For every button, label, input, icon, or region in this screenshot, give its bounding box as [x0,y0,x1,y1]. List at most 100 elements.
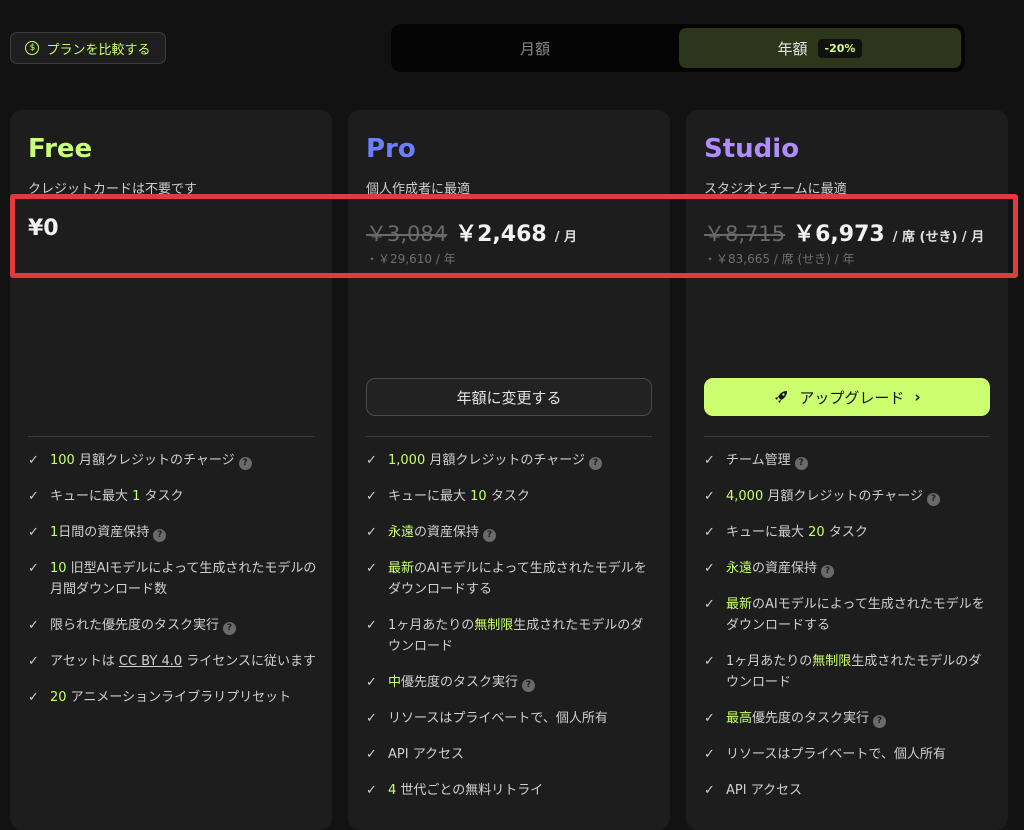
plan-card-studio: Studio スタジオとチームに最適 ￥8,715 ￥6,973 / 席 (せき… [686,110,1008,830]
feature-item: ✓ キューに最大 10 タスク [366,486,656,507]
feature-list: ✓ 1,000 月額クレジットのチャージ? ✓ キューに最大 10 タスク ✓ 永遠の… [366,450,656,816]
price-period: / 席 (せき) / 月 [892,230,985,245]
feature-item: ✓ 永遠の資産保持? [366,522,656,543]
check-icon: ✓ [366,675,377,690]
feature-item: ✓ 20 アニメーションライブラリプリセット [28,687,318,708]
tab-yearly-label: 年額 [777,39,808,58]
feature-item: ✓ 最高優先度のタスク実行? [704,708,994,729]
check-icon: ✓ [704,747,715,762]
feature-item: ✓ 1日間の資産保持? [28,522,318,543]
plan-description: スタジオとチームに最適 [704,182,847,197]
check-icon: ✓ [704,489,715,504]
rocket-icon [775,391,788,403]
feature-list: ✓ チーム管理? ✓ 4,000 月額クレジットのチャージ? ✓ キューに最大 20 … [704,450,994,816]
price-period: / 月 [554,230,577,245]
current-price: ￥2,468 [455,222,547,247]
dollar-circle-icon: $ [25,41,40,55]
check-icon: ✓ [704,711,715,726]
tab-monthly-label: 月額 [519,39,550,58]
check-icon: ✓ [366,561,377,576]
feature-item: ✓ リソースはプライベートで、個人所有 [366,708,656,729]
check-icon: ✓ [28,489,39,504]
check-icon: ✓ [366,618,377,633]
help-icon[interactable]: ? [238,457,252,470]
help-icon[interactable]: ? [588,457,602,470]
feature-item: ✓ キューに最大 1 タスク [28,486,318,507]
help-icon[interactable]: ? [926,493,940,506]
feature-item: ✓ API アクセス [704,780,994,801]
help-icon[interactable]: ? [483,529,497,542]
check-icon: ✓ [28,690,39,705]
help-icon[interactable]: ? [522,679,536,692]
billing-period-toggle: 月額 年額 -20% [391,24,965,72]
license-link[interactable]: CC BY 4.0 [119,654,182,669]
plan-name: Pro [366,134,416,164]
feature-item: ✓ キューに最大 20 タスク [704,522,994,543]
help-icon[interactable]: ? [794,457,808,470]
check-icon: ✓ [366,711,377,726]
original-price: ￥8,715 [704,222,786,246]
check-icon: ✓ [704,453,715,468]
check-icon: ✓ [366,489,377,504]
feature-item: ✓ 4,000 月額クレジットのチャージ? [704,486,994,507]
check-icon: ✓ [704,783,715,798]
feature-item: ✓ アセットは CC BY 4.0 ライセンスに従います [28,651,318,672]
check-icon: ✓ [704,654,715,669]
feature-item: ✓ リソースはプライベートで、個人所有 [704,744,994,765]
check-icon: ✓ [28,561,39,576]
feature-item: ✓ 1ヶ月あたりの無制限生成されたモデルのダウンロード [366,615,656,657]
feature-item: ✓ 10 旧型AIモデルによって生成されたモデルの月間ダウンロード数 [28,558,318,600]
price-row: ￥3,084 ￥2,468 / 月 [366,216,577,248]
feature-item: ✓ 中優先度のタスク実行? [366,672,656,693]
plan-card-free: Free クレジットカードは不要です ¥0 ✓ 100 月額クレジットのチャージ?… [10,110,332,830]
upgrade-label: アップグレード [799,388,905,407]
help-icon[interactable]: ? [223,622,237,635]
price-row: ¥0 [28,216,59,241]
check-icon: ✓ [28,453,39,468]
original-price: ￥3,084 [366,222,448,246]
feature-item: ✓ 永遠の資産保持? [704,558,994,579]
plan-description: クレジットカードは不要です [28,182,198,197]
yearly-price: ・￥83,665 / 席 (せき) / 年 [704,252,855,266]
tab-yearly[interactable]: 年額 -20% [679,28,961,68]
plan-card-pro: Pro 個人作成者に最適 ￥3,084 ￥2,468 / 月 ・￥29,610 … [348,110,670,830]
check-icon: ✓ [28,525,39,540]
plan-name: Free [28,134,93,164]
divider [704,436,990,437]
check-icon: ✓ [28,654,39,669]
feature-item: ✓ 100 月額クレジットのチャージ? [28,450,318,471]
tab-monthly[interactable]: 月額 [395,28,675,68]
check-icon: ✓ [704,561,715,576]
check-icon: ✓ [366,453,377,468]
feature-item: ✓ チーム管理? [704,450,994,471]
feature-item: ✓ 4 世代ごとの無料リトライ [366,780,656,801]
plan-name: Studio [704,134,800,164]
discount-badge: -20% [817,38,863,58]
yearly-price: ・￥29,610 / 年 [366,252,456,266]
current-price: ¥0 [28,216,59,241]
current-price: ￥6,973 [793,222,885,247]
compare-plans-button[interactable]: $ プランを比較する [10,32,166,64]
help-icon[interactable]: ? [821,565,835,578]
divider [28,436,314,437]
price-row: ￥8,715 ￥6,973 / 席 (せき) / 月 [704,216,984,248]
help-icon[interactable]: ? [153,529,167,542]
compare-plans-label: プランを比較する [46,42,151,58]
feature-item: ✓ API アクセス [366,744,656,765]
chevron-right-icon: › [914,388,921,406]
feature-item: ✓ 最新のAIモデルによって生成されたモデルをダウンロードする [366,558,656,600]
check-icon: ✓ [366,783,377,798]
feature-item: ✓ 限られた優先度のタスク実行? [28,615,318,636]
check-icon: ✓ [366,525,377,540]
check-icon: ✓ [28,618,39,633]
upgrade-button[interactable]: アップグレード › [704,378,990,416]
feature-item: ✓ 最新のAIモデルによって生成されたモデルをダウンロードする [704,594,994,636]
feature-item: ✓ 1ヶ月あたりの無制限生成されたモデルのダウンロード [704,651,994,693]
feature-item: ✓ 1,000 月額クレジットのチャージ? [366,450,656,471]
feature-list: ✓ 100 月額クレジットのチャージ? ✓ キューに最大 1 タスク ✓ 1日間の資産… [28,450,318,723]
check-icon: ✓ [704,525,715,540]
help-icon[interactable]: ? [873,715,887,728]
plan-description: 個人作成者に最適 [366,182,471,197]
switch-to-yearly-button[interactable]: 年額に変更する [366,378,652,416]
check-icon: ✓ [366,747,377,762]
